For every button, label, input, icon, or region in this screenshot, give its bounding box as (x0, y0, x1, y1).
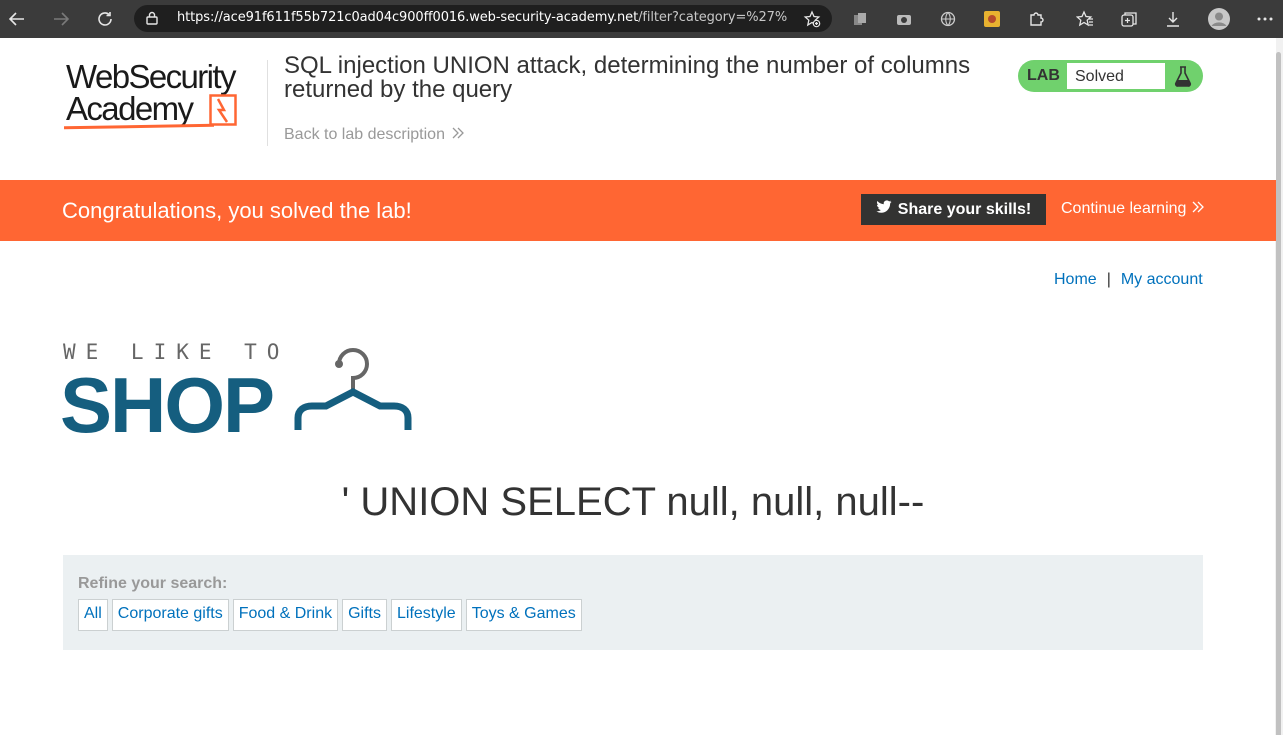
refine-search-label: Refine your search: (78, 575, 228, 592)
category-filter-panel: Refine your search: All Corporate gifts … (63, 555, 1203, 650)
url-text: https://ace91f611f55b721c0ad04c900ff0016… (177, 10, 787, 25)
category-corporate-gifts[interactable]: Corporate gifts (111, 599, 229, 631)
web-security-academy-logo[interactable]: WebSecurity Academy (62, 58, 268, 133)
profile-avatar-icon[interactable] (1205, 5, 1233, 33)
refresh-icon[interactable] (91, 5, 119, 33)
search-results-heading: ' UNION SELECT null, null, null-- (341, 480, 925, 524)
collections-icon[interactable] (1115, 5, 1143, 33)
extensions-puzzle-icon[interactable] (1022, 5, 1050, 33)
congratulations-banner: Congratulations, you solved the lab! Sha… (0, 180, 1276, 241)
my-account-link[interactable]: My account (1121, 271, 1203, 288)
extension-badge-icon[interactable] (978, 5, 1006, 33)
double-chevron-right-icon (451, 126, 465, 143)
shop-logo: WE LIKE TO SHOP (60, 340, 422, 449)
lab-title: SQL injection UNION attack, determining … (284, 52, 971, 103)
back-to-lab-description-link[interactable]: Back to lab description (284, 126, 465, 144)
share-skills-button[interactable]: Share your skills! (861, 194, 1046, 225)
category-list: All Corporate gifts Food & Drink Gifts L… (78, 599, 582, 631)
category-all[interactable]: All (78, 599, 108, 631)
header-divider (267, 60, 268, 146)
address-bar[interactable]: https://ace91f611f55b721c0ad04c900ff0016… (134, 5, 832, 32)
downloads-icon[interactable] (1159, 5, 1187, 33)
shop-name: SHOP (60, 361, 275, 449)
lock-icon (146, 11, 158, 30)
forward-arrow-icon[interactable] (47, 5, 75, 33)
double-chevron-right-icon (1191, 200, 1205, 217)
logo-line-2: Academy (66, 90, 194, 127)
extension-pages-icon[interactable] (846, 5, 874, 33)
share-skills-label: Share your skills! (897, 200, 1032, 218)
banner-message: Congratulations, you solved the lab! (62, 198, 412, 223)
lab-tag: LAB (1027, 67, 1060, 84)
page-scrollbar[interactable] (1275, 38, 1283, 735)
scrollbar-thumb[interactable] (1276, 52, 1281, 735)
more-menu-icon[interactable] (1251, 5, 1279, 33)
category-gifts[interactable]: Gifts (342, 599, 387, 631)
nav-separator: | (1106, 271, 1111, 288)
top-navigation: Home | My account (1054, 271, 1203, 289)
flask-icon (1172, 65, 1194, 92)
coat-hanger-icon (294, 342, 416, 439)
category-toys-games[interactable]: Toys & Games (465, 599, 582, 631)
add-favorite-icon[interactable] (803, 10, 821, 33)
lab-status-value: Solved (1066, 62, 1166, 90)
twitter-icon (876, 200, 892, 219)
category-food-drink[interactable]: Food & Drink (232, 599, 339, 631)
lab-status-widget: LAB Solved (1018, 60, 1203, 92)
home-link[interactable]: Home (1054, 271, 1097, 288)
continue-learning-label: Continue learning (1061, 200, 1187, 217)
browser-toolbar: https://ace91f611f55b721c0ad04c900ff0016… (0, 0, 1283, 38)
academy-header: WebSecurity Academy SQL injection UNION … (0, 38, 1276, 180)
back-arrow-icon[interactable] (3, 5, 31, 33)
favorites-icon[interactable] (1071, 5, 1099, 33)
category-lifestyle[interactable]: Lifestyle (390, 599, 462, 631)
camera-icon[interactable] (890, 5, 918, 33)
continue-learning-link[interactable]: Continue learning (1061, 200, 1205, 218)
back-link-label: Back to lab description (284, 126, 445, 143)
globe-icon[interactable] (934, 5, 962, 33)
